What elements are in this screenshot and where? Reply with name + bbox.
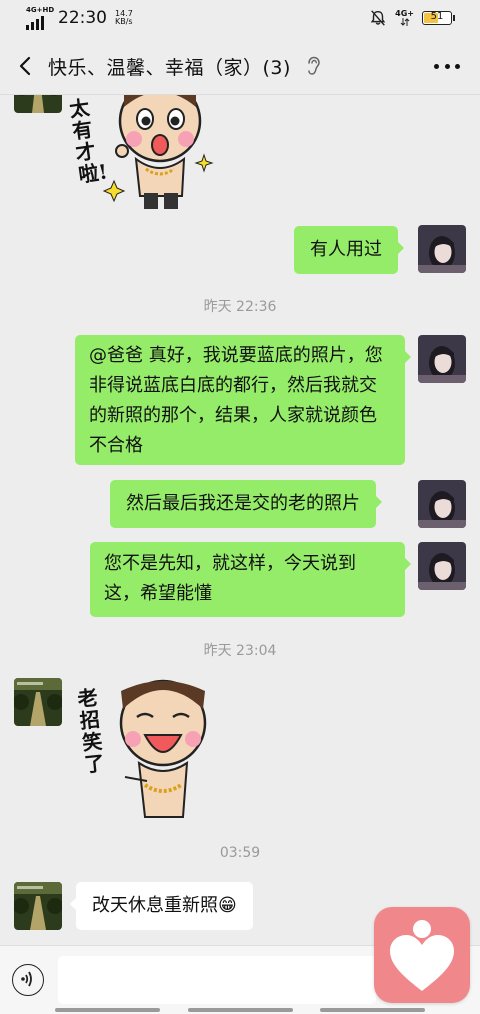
status-right: 4G+ 51 xyxy=(369,9,455,27)
avatar-self[interactable] xyxy=(418,335,466,383)
road-photo-icon xyxy=(14,678,62,726)
timestamp: 03:59 xyxy=(219,845,261,861)
sticker-so-funny[interactable]: 老招笑了 xyxy=(75,677,220,825)
message-list[interactable]: 太有才啦! 有人用过 昨天 22:36 @爸爸 真好，我说要蓝底的照片，您非得说… xyxy=(0,95,480,945)
message-bubble-self[interactable]: @爸爸 真好，我说要蓝底的照片，您非得说蓝底白底的都行，然后我就交的新照的那个，… xyxy=(75,335,411,465)
road-photo-icon xyxy=(14,95,62,113)
status-bar: 4G+HD 22:30 14.7 KB/s 4G+ 51 xyxy=(0,0,480,36)
network-speed: 14.7 KB/s xyxy=(115,10,133,26)
avatar-self[interactable] xyxy=(418,225,466,273)
avatar-self[interactable] xyxy=(418,542,466,590)
floating-heart-button[interactable] xyxy=(374,907,470,1003)
chat-title[interactable]: 快乐、温馨、幸福（家）(3) xyxy=(48,53,291,80)
road-photo-icon xyxy=(14,882,62,930)
avatar-dad-partial[interactable] xyxy=(14,95,62,113)
data-arrows-icon xyxy=(400,18,409,26)
message-input[interactable] xyxy=(58,956,376,1004)
nav-gesture-center xyxy=(188,1008,293,1012)
clock: 22:30 xyxy=(58,8,107,28)
signal-icon xyxy=(26,16,44,30)
girl-portrait-icon xyxy=(418,480,466,528)
nav-gesture-left xyxy=(55,1008,160,1012)
timestamp: 昨天 23:04 xyxy=(203,643,277,659)
timestamp: 昨天 22:36 xyxy=(203,299,277,315)
message-text: 有人用过 xyxy=(310,239,382,260)
girl-portrait-icon xyxy=(418,542,466,590)
network-type: 4G+ xyxy=(395,10,414,26)
message-bubble-other[interactable]: 改天休息重新照😁 xyxy=(70,882,253,930)
speed-unit: KB/s xyxy=(115,17,133,26)
girl-portrait-icon xyxy=(418,225,466,273)
message-text: @爸爸 真好，我说要蓝底的照片，您非得说蓝底白底的都行，然后我就交的新照的那个，… xyxy=(89,345,383,456)
message-text: 您不是先知，就这样，今天说到这，希望能懂 xyxy=(104,553,356,604)
more-dots-icon[interactable] xyxy=(434,56,460,76)
voice-wave-icon xyxy=(21,971,32,987)
avatar-dad[interactable] xyxy=(14,678,62,726)
message-bubble-self[interactable]: 然后最后我还是交的老的照片 xyxy=(110,480,382,528)
heart-icon xyxy=(390,920,454,991)
battery-percent: 51 xyxy=(430,11,444,22)
girl-portrait-icon xyxy=(418,335,466,383)
back-arrow-icon[interactable] xyxy=(14,54,38,78)
message-bubble-self[interactable]: 您不是先知，就这样，今天说到这，希望能懂 xyxy=(90,542,411,617)
battery-icon: 51 xyxy=(422,11,455,25)
avatar-self[interactable] xyxy=(418,480,466,528)
avatar-dad[interactable] xyxy=(14,882,62,930)
message-bubble-self[interactable]: 有人用过 xyxy=(294,226,404,274)
ear-icon xyxy=(308,56,320,75)
signal-label: 4G+HD xyxy=(26,6,55,14)
mute-bell-icon xyxy=(370,10,386,26)
network-label: 4G+ xyxy=(395,9,414,18)
chat-header: 快乐、温馨、幸福（家）(3) xyxy=(0,36,480,95)
nav-gesture-right xyxy=(320,1008,425,1012)
message-text: 然后最后我还是交的老的照片 xyxy=(126,493,360,514)
status-left: 4G+HD 22:30 14.7 KB/s xyxy=(26,6,133,30)
voice-input-icon[interactable] xyxy=(12,964,44,996)
message-text: 改天休息重新照 xyxy=(92,895,218,916)
sticker-too-talented[interactable]: 太有才啦! xyxy=(68,95,222,211)
grin-emoji-icon: 😁 xyxy=(218,895,237,916)
